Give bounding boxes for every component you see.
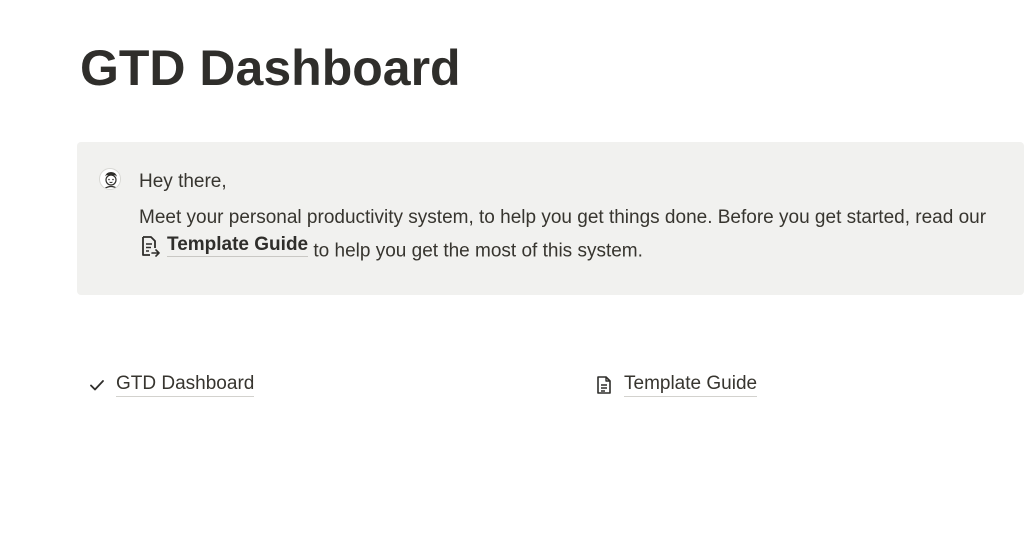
callout-greeting: Hey there, xyxy=(139,171,227,192)
callout-body-part2: to help you get the most of this system. xyxy=(308,240,643,262)
checkmark-icon xyxy=(88,376,106,394)
gtd-dashboard-link-label: GTD Dashboard xyxy=(116,372,255,397)
page-links-row: GTD Dashboard Template Guide xyxy=(0,372,1024,404)
document-icon xyxy=(139,235,161,257)
template-guide-link-label: Template Guide xyxy=(624,372,758,397)
callout-body-part1: Meet your personal productivity system, … xyxy=(139,207,987,228)
template-guide-inline-label: Template Guide xyxy=(167,234,309,257)
document-icon xyxy=(594,375,614,395)
template-guide-link[interactable]: Template Guide xyxy=(594,372,758,397)
person-avatar-icon xyxy=(99,168,121,190)
page-title: GTD Dashboard xyxy=(80,40,461,96)
intro-callout: Hey there, Meet your personal productivi… xyxy=(77,142,1024,295)
template-guide-inline-link[interactable]: Template Guide xyxy=(139,234,309,257)
gtd-dashboard-link[interactable]: GTD Dashboard xyxy=(88,372,255,397)
page: GTD Dashboard Hey there, Meet your perso… xyxy=(0,0,1024,536)
callout-body: Meet your personal productivity system, … xyxy=(139,202,999,268)
callout-text: Hey there, Meet your personal productivi… xyxy=(139,166,999,268)
